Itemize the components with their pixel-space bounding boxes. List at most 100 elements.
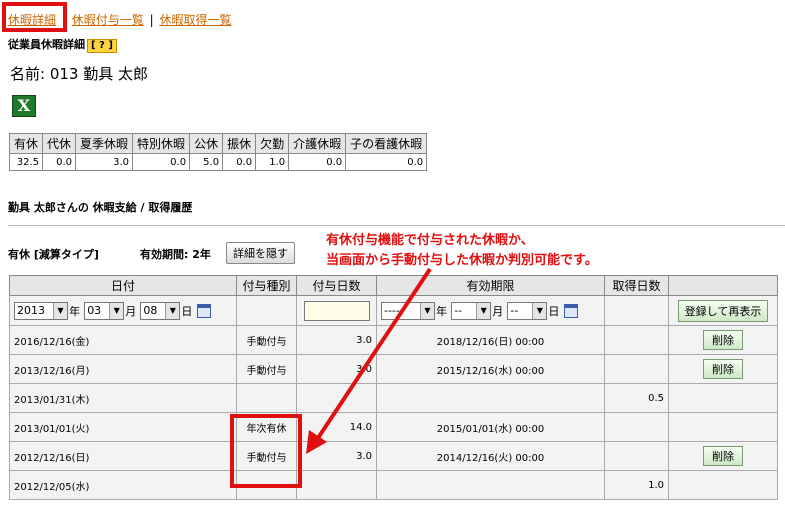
summary-value: 0.0 xyxy=(288,153,347,171)
nav-leave-taken-list-link[interactable]: 休暇取得一覧 xyxy=(159,13,231,27)
history-granted-days: 3.0 xyxy=(296,441,377,471)
annotation-callout: 有休付与機能で付与された休暇か、 当画面から手動付与した休暇か判別可能です。 xyxy=(326,231,598,271)
annotation-line: 有休付与機能で付与された休暇か、 xyxy=(326,233,534,248)
history-taken-days xyxy=(604,354,669,384)
chevron-down-icon: ▼ xyxy=(420,302,434,319)
day-select[interactable]: 08 ▼ xyxy=(140,301,181,320)
history-granted-days: 3.0 xyxy=(296,354,377,384)
delete-button[interactable]: 削除 xyxy=(703,359,743,379)
expiry-month-select[interactable]: -- ▼ xyxy=(451,301,492,320)
history-action-cell: 削除 xyxy=(668,325,778,355)
history-date: 2013/12/16(月) xyxy=(9,354,237,384)
page-title: 従業員休暇詳細[ ? ] xyxy=(8,36,117,53)
history-taken-days xyxy=(604,412,669,442)
year-unit: 年 xyxy=(69,304,80,318)
history-row: 2013/01/31(木) 0.5 xyxy=(9,383,778,413)
summary-header: 子の看護休暇 xyxy=(345,133,428,154)
day-unit: 日 xyxy=(181,304,193,318)
history-granted-days: 14.0 xyxy=(296,412,377,442)
history-title: 勤具 太郎さんの 休暇支給 / 取得履歴 xyxy=(8,201,193,214)
history-row: 2012/12/05(水) 1.0 xyxy=(9,470,778,500)
history-grant-type: 手動付与 xyxy=(236,325,297,355)
summary-value: 5.0 xyxy=(189,153,224,171)
summary-value: 0.0 xyxy=(222,153,257,171)
history-expiry: 2018/12/16(日) 00:00 xyxy=(376,325,605,355)
nav-leave-grant-list-link[interactable]: 休暇付与一覧 xyxy=(72,13,144,27)
history-row: 2013/12/16(月) 手動付与 3.0 2015/12/16(水) 00:… xyxy=(9,354,778,384)
year-select-value: 2013 xyxy=(17,303,45,317)
month-select-value: 03 xyxy=(87,303,102,317)
day-select-value: 08 xyxy=(143,303,158,317)
summary-header: 欠勤 xyxy=(255,133,290,154)
validity-label: 有効期間: 2年 xyxy=(140,248,211,261)
grant-type-cell xyxy=(236,295,297,326)
history-grant-type xyxy=(236,383,297,413)
history-action-cell: 削除 xyxy=(668,354,778,384)
expiry-day-select[interactable]: -- ▼ xyxy=(507,301,548,320)
employee-name: 名前: 013 勤具 太郎 xyxy=(10,65,148,83)
expiry-month-unit: 月 xyxy=(492,304,504,318)
hide-details-button[interactable]: 詳細を隠す xyxy=(226,242,295,264)
divider xyxy=(8,225,785,226)
summary-header: 代休 xyxy=(42,133,77,154)
expiry-year-unit: 年 xyxy=(436,304,447,318)
delete-button[interactable]: 削除 xyxy=(703,330,743,350)
summary-value: 0.0 xyxy=(132,153,191,171)
month-select[interactable]: 03 ▼ xyxy=(84,301,125,320)
summary-value: 32.5 xyxy=(8,153,44,171)
grant-days-input[interactable] xyxy=(303,300,370,321)
history-action-cell: 削除 xyxy=(668,441,778,471)
chevron-down-icon: ▼ xyxy=(165,302,180,319)
history-expiry xyxy=(376,383,605,413)
history-taken-days: 1.0 xyxy=(604,470,669,500)
history-header-type: 付与種別 xyxy=(236,275,297,296)
expiry-day-select-value: -- xyxy=(510,303,519,317)
history-date: 2016/12/16(金) xyxy=(9,325,237,355)
summary-header: 特別休暇 xyxy=(132,133,191,154)
summary-header: 有休 xyxy=(8,133,44,154)
summary-value: 1.0 xyxy=(255,153,290,171)
history-row: 2016/12/16(金) 手動付与 3.0 2018/12/16(日) 00:… xyxy=(9,325,778,355)
excel-export-icon[interactable]: X xyxy=(12,95,36,117)
expiry-day-unit: 日 xyxy=(548,304,560,318)
history-action-cell xyxy=(668,412,778,442)
calendar-icon[interactable] xyxy=(563,303,578,318)
chevron-down-icon: ▼ xyxy=(53,302,67,319)
history-expiry: 2015/01/01(水) 00:00 xyxy=(376,412,605,442)
history-granted-days xyxy=(296,383,377,413)
year-select[interactable]: 2013 ▼ xyxy=(14,301,68,320)
register-cell: 登録して再表示 xyxy=(668,295,778,326)
history-date: 2012/12/16(日) xyxy=(9,441,237,471)
summary-header: 振休 xyxy=(222,133,257,154)
help-button[interactable]: [ ? ] xyxy=(87,39,117,53)
summary-header: 介護休暇 xyxy=(288,133,347,154)
highlight-box-grant-type xyxy=(230,414,302,488)
delete-button[interactable]: 削除 xyxy=(703,446,743,466)
summary-header: 夏季休暇 xyxy=(75,133,134,154)
history-taken-days xyxy=(604,325,669,355)
expiry-year-select[interactable]: ---- ▼ xyxy=(381,301,435,320)
calendar-icon[interactable] xyxy=(196,303,211,318)
summary-value: 0.0 xyxy=(42,153,77,171)
register-and-refresh-button[interactable]: 登録して再表示 xyxy=(677,299,769,322)
grant-days-cell xyxy=(296,295,377,326)
history-taken-days: 0.5 xyxy=(604,383,669,413)
history-expiry: 2014/12/16(火) 00:00 xyxy=(376,441,605,471)
history-row: 2012/12/16(日) 手動付与 3.0 2014/12/16(火) 00:… xyxy=(9,441,778,471)
history-action-cell xyxy=(668,383,778,413)
chevron-down-icon: ▼ xyxy=(532,302,547,319)
history-expiry: 2015/12/16(水) 00:00 xyxy=(376,354,605,384)
history-header-granted: 付与日数 xyxy=(296,275,377,296)
summary-header: 公休 xyxy=(189,133,224,154)
chevron-down-icon: ▼ xyxy=(109,302,124,319)
page-title-text: 従業員休暇詳細 xyxy=(8,38,85,51)
summary-value: 3.0 xyxy=(75,153,134,171)
leave-summary-table: 有休 代休 夏季休暇 特別休暇 公休 振休 欠勤 介護休暇 子の看護休暇 32.… xyxy=(8,133,428,171)
history-date: 2013/01/01(火) xyxy=(9,412,237,442)
date-input-cell: 2013 ▼ 年 03 ▼ 月 08 ▼ 日 xyxy=(9,295,237,326)
history-input-row: 2013 ▼ 年 03 ▼ 月 08 ▼ 日 ---- ▼ 年 -- ▼ 月 -- ▼ 日 登録して再表… xyxy=(9,295,778,326)
history-row: 2013/01/01(火) 年次有休 14.0 2015/01/01(水) 00… xyxy=(9,412,778,442)
nav-separator: | xyxy=(149,13,154,27)
annotation-line: 当画面から手動付与した休暇か判別可能です。 xyxy=(326,253,598,268)
month-unit: 月 xyxy=(125,304,137,318)
